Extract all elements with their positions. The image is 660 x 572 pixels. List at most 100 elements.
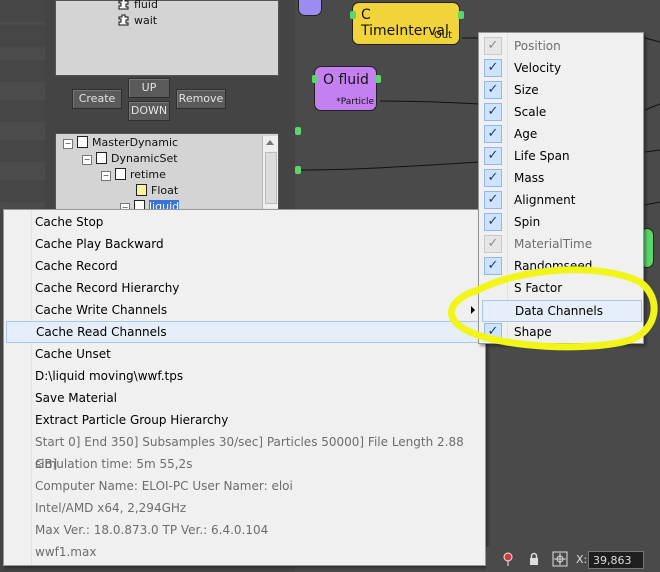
tree-node-label: MasterDynamic: [92, 136, 179, 149]
menu-info-simulation-time: simulation time: 5m 55,2s: [4, 453, 485, 475]
menu-item-label: Cache Unset: [35, 347, 111, 361]
channel-item-velocity[interactable]: ✓ Velocity: [479, 57, 643, 79]
menu-info-computer: Computer Name: ELOI-PC User Namer: eloi: [4, 475, 485, 497]
menu-item-cache-read-channels[interactable]: Cache Read Channels: [6, 321, 483, 343]
menu-item-cache-write-channels[interactable]: Cache Write Channels: [4, 299, 485, 321]
tree-node[interactable]: Float: [136, 184, 178, 197]
channel-label: Scale: [514, 105, 547, 119]
operator-list[interactable]: [55, 0, 279, 76]
toolbar-slot: [0, 180, 45, 202]
collapse-icon[interactable]: −: [63, 139, 73, 149]
tree-scrollbar[interactable]: [262, 136, 278, 210]
left-toolbar-strip: [0, 0, 45, 210]
channel-item-material-time[interactable]: ✓ MaterialTime: [479, 233, 643, 255]
checkmark-icon: ✓: [484, 125, 502, 143]
output-port[interactable]: [295, 127, 301, 135]
channel-item-mass[interactable]: ✓ Mass: [479, 167, 643, 189]
channel-item-position[interactable]: ✓ Position: [479, 35, 643, 57]
pin-icon[interactable]: [502, 552, 514, 566]
channel-item-spin[interactable]: ✓ Spin: [479, 211, 643, 233]
menu-item-label: Cache Write Channels: [35, 303, 168, 317]
menu-item-label: Max Ver.: 18.0.873.0 TP Ver.: 6.4.0.104: [35, 523, 269, 537]
crosshair-icon[interactable]: [552, 551, 568, 567]
menu-item-label: Intel/AMD x64, 2,294GHz: [35, 501, 187, 515]
channel-label: Alignment: [514, 193, 576, 207]
menu-item-label: Extract Particle Group Hierarchy: [35, 413, 229, 427]
channel-label: Position: [514, 39, 561, 53]
down-button[interactable]: DOWN: [128, 101, 170, 121]
menu-item-cache-path[interactable]: D:\liquid moving\wwf.tps: [4, 365, 485, 387]
document-icon: [134, 200, 145, 209]
up-button[interactable]: UP: [128, 78, 170, 98]
channel-item-scale[interactable]: ✓ Scale: [479, 101, 643, 123]
menu-info-cpu: Intel/AMD x64, 2,294GHz: [4, 497, 485, 519]
tree-node-label: DynamicSet: [111, 152, 178, 165]
channel-item-alignment[interactable]: ✓ Alignment: [479, 189, 643, 211]
menu-item-label: simulation time: 5m 55,2s: [35, 457, 193, 471]
x-coordinate-field[interactable]: 39,863: [588, 551, 644, 569]
scroll-up-icon[interactable]: [266, 140, 274, 145]
fluid-node[interactable]: O fluid *Particle: [314, 66, 377, 111]
node-title: O fluid: [323, 72, 369, 88]
menu-item-label: Cache Record Hierarchy: [35, 281, 180, 295]
menu-item-label: Cache Stop: [35, 215, 104, 229]
checkmark-icon: ✓: [484, 103, 502, 121]
tree-node-label: Float: [151, 184, 179, 197]
context-menu[interactable]: Cache Stop Cache Play Backward Cache Rec…: [3, 209, 486, 566]
list-item-label: fluid: [134, 0, 158, 11]
menu-item-cache-unset[interactable]: Cache Unset: [4, 343, 485, 365]
scroll-thumb[interactable]: [265, 152, 277, 204]
output-port[interactable]: [295, 166, 301, 174]
menu-item-cache-play-backward[interactable]: Cache Play Backward: [4, 233, 485, 255]
tree-node[interactable]: − MasterDynamic: [63, 136, 178, 149]
tree-node[interactable]: − liquid: [120, 200, 180, 209]
channel-label: S Factor: [514, 281, 563, 295]
channel-label: Data Channels: [515, 304, 603, 318]
menu-item-cache-record[interactable]: Cache Record: [4, 255, 485, 277]
channel-item-data-channels[interactable]: Data Channels: [482, 300, 642, 322]
output-port[interactable]: [375, 75, 381, 83]
node-port-label: Out: [433, 30, 452, 41]
channel-item-age[interactable]: ✓ Age: [479, 123, 643, 145]
collapse-icon[interactable]: −: [82, 155, 92, 165]
create-button[interactable]: Create: [72, 89, 122, 109]
channel-item-size[interactable]: ✓ Size: [479, 79, 643, 101]
coord-label: X:: [576, 553, 588, 566]
channel-label: Spin: [514, 215, 541, 229]
toolbar-slot: [0, 60, 45, 82]
checkmark-icon: ✓: [484, 169, 502, 187]
channel-item-shape[interactable]: ✓ Shape: [479, 321, 643, 343]
menu-item-cache-stop[interactable]: Cache Stop: [4, 211, 485, 233]
menu-info-cache-stats: Start 0] End 350] Subsamples 30/sec] Par…: [4, 431, 485, 471]
checkmark-icon: ✓: [484, 37, 502, 55]
tree-node[interactable]: − DynamicSet: [82, 152, 178, 165]
menu-item-cache-record-hierarchy[interactable]: Cache Record Hierarchy: [4, 277, 485, 299]
input-port[interactable]: [312, 75, 318, 83]
tree-node[interactable]: − retime: [101, 168, 166, 181]
graph-node[interactable]: [298, 0, 322, 16]
channel-item-s-factor[interactable]: S Factor: [479, 277, 643, 299]
menu-item-extract-hierarchy[interactable]: Extract Particle Group Hierarchy: [4, 409, 485, 431]
list-item[interactable]: fluid: [118, 0, 158, 11]
toolbar-slot: [0, 0, 45, 22]
channel-item-randomseed[interactable]: ✓ Randomseed: [479, 255, 643, 277]
output-port[interactable]: [458, 11, 464, 19]
checkmark-icon: ✓: [484, 81, 502, 99]
menu-item-save-material[interactable]: Save Material: [4, 387, 485, 409]
menu-item-label: Computer Name: ELOI-PC User Namer: eloi: [35, 479, 293, 493]
channel-label: Shape: [514, 325, 552, 339]
checkmark-icon: ✓: [484, 235, 502, 253]
list-item[interactable]: wait: [118, 14, 157, 27]
input-port[interactable]: [350, 11, 356, 19]
submenu-arrow-icon: [471, 306, 475, 314]
channel-item-life-span[interactable]: ✓ Life Span: [479, 145, 643, 167]
time-interval-node[interactable]: C TimeInterval Out: [352, 2, 460, 45]
checkmark-icon: ✓: [484, 323, 502, 341]
remove-button[interactable]: Remove: [176, 89, 226, 109]
collapse-icon[interactable]: −: [101, 171, 111, 181]
channel-label: MaterialTime: [514, 237, 593, 251]
checkmark-icon: ✓: [484, 257, 502, 275]
lock-icon[interactable]: [528, 552, 540, 566]
channels-submenu[interactable]: ✓ Position ✓ Velocity ✓ Size ✓ Scale ✓ Age ✓ L…: [478, 32, 644, 344]
menu-info-filename: wwf1.max: [4, 541, 485, 563]
